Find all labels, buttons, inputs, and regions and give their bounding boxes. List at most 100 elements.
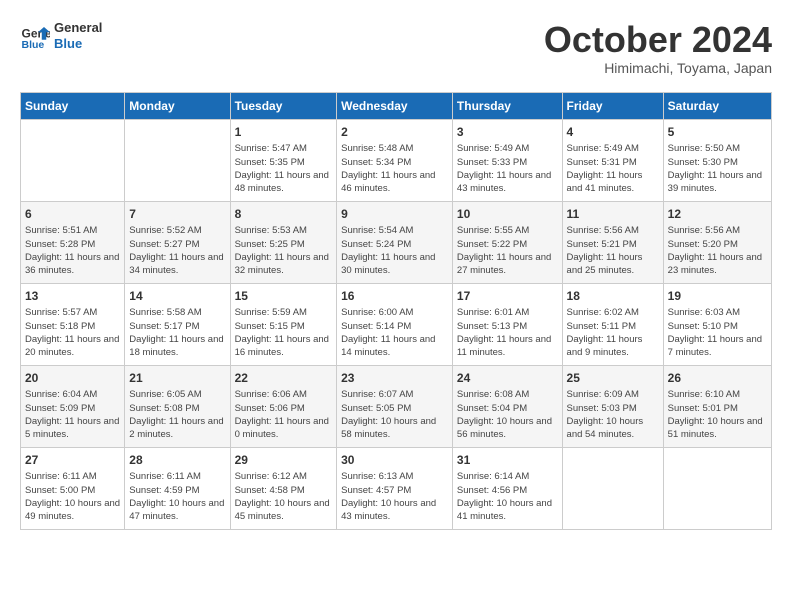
day-info: Sunrise: 5:57 AM Sunset: 5:18 PM Dayligh… [25, 306, 120, 359]
day-number: 14 [129, 288, 225, 305]
day-cell: 7Sunrise: 5:52 AM Sunset: 5:27 PM Daylig… [125, 201, 230, 283]
logo-line1: General [54, 20, 102, 36]
day-cell: 31Sunrise: 6:14 AM Sunset: 4:56 PM Dayli… [452, 447, 562, 529]
day-cell: 15Sunrise: 5:59 AM Sunset: 5:15 PM Dayli… [230, 283, 337, 365]
day-cell: 12Sunrise: 5:56 AM Sunset: 5:20 PM Dayli… [663, 201, 771, 283]
day-info: Sunrise: 6:14 AM Sunset: 4:56 PM Dayligh… [457, 470, 558, 523]
day-info: Sunrise: 6:12 AM Sunset: 4:58 PM Dayligh… [235, 470, 333, 523]
header-wednesday: Wednesday [337, 92, 453, 119]
header-friday: Friday [562, 92, 663, 119]
day-cell: 28Sunrise: 6:11 AM Sunset: 4:59 PM Dayli… [125, 447, 230, 529]
day-cell: 13Sunrise: 5:57 AM Sunset: 5:18 PM Dayli… [21, 283, 125, 365]
day-number: 28 [129, 452, 225, 469]
day-cell: 6Sunrise: 5:51 AM Sunset: 5:28 PM Daylig… [21, 201, 125, 283]
header-tuesday: Tuesday [230, 92, 337, 119]
location-subtitle: Himimachi, Toyama, Japan [544, 60, 772, 76]
logo-icon: General Blue [20, 21, 50, 51]
day-info: Sunrise: 5:48 AM Sunset: 5:34 PM Dayligh… [341, 142, 448, 195]
header-monday: Monday [125, 92, 230, 119]
title-block: October 2024 Himimachi, Toyama, Japan [544, 20, 772, 76]
day-cell: 14Sunrise: 5:58 AM Sunset: 5:17 PM Dayli… [125, 283, 230, 365]
day-cell: 23Sunrise: 6:07 AM Sunset: 5:05 PM Dayli… [337, 365, 453, 447]
day-cell: 10Sunrise: 5:55 AM Sunset: 5:22 PM Dayli… [452, 201, 562, 283]
header-row: SundayMondayTuesdayWednesdayThursdayFrid… [21, 92, 772, 119]
calendar-body: 1Sunrise: 5:47 AM Sunset: 5:35 PM Daylig… [21, 119, 772, 529]
day-cell: 20Sunrise: 6:04 AM Sunset: 5:09 PM Dayli… [21, 365, 125, 447]
day-number: 30 [341, 452, 448, 469]
calendar-header: SundayMondayTuesdayWednesdayThursdayFrid… [21, 92, 772, 119]
day-info: Sunrise: 5:59 AM Sunset: 5:15 PM Dayligh… [235, 306, 333, 359]
day-info: Sunrise: 6:05 AM Sunset: 5:08 PM Dayligh… [129, 388, 225, 441]
day-info: Sunrise: 6:06 AM Sunset: 5:06 PM Dayligh… [235, 388, 333, 441]
day-cell: 26Sunrise: 6:10 AM Sunset: 5:01 PM Dayli… [663, 365, 771, 447]
day-number: 22 [235, 370, 333, 387]
day-cell: 22Sunrise: 6:06 AM Sunset: 5:06 PM Dayli… [230, 365, 337, 447]
day-cell: 19Sunrise: 6:03 AM Sunset: 5:10 PM Dayli… [663, 283, 771, 365]
day-info: Sunrise: 5:49 AM Sunset: 5:31 PM Dayligh… [567, 142, 659, 195]
day-number: 27 [25, 452, 120, 469]
day-number: 4 [567, 124, 659, 141]
day-number: 7 [129, 206, 225, 223]
day-info: Sunrise: 5:54 AM Sunset: 5:24 PM Dayligh… [341, 224, 448, 277]
header-saturday: Saturday [663, 92, 771, 119]
page-header: General Blue General Blue October 2024 H… [20, 20, 772, 76]
day-cell: 18Sunrise: 6:02 AM Sunset: 5:11 PM Dayli… [562, 283, 663, 365]
day-number: 12 [668, 206, 767, 223]
day-info: Sunrise: 5:58 AM Sunset: 5:17 PM Dayligh… [129, 306, 225, 359]
day-info: Sunrise: 6:04 AM Sunset: 5:09 PM Dayligh… [25, 388, 120, 441]
day-info: Sunrise: 6:02 AM Sunset: 5:11 PM Dayligh… [567, 306, 659, 359]
day-info: Sunrise: 6:08 AM Sunset: 5:04 PM Dayligh… [457, 388, 558, 441]
day-info: Sunrise: 5:49 AM Sunset: 5:33 PM Dayligh… [457, 142, 558, 195]
day-number: 26 [668, 370, 767, 387]
day-number: 13 [25, 288, 120, 305]
day-number: 3 [457, 124, 558, 141]
day-info: Sunrise: 6:11 AM Sunset: 5:00 PM Dayligh… [25, 470, 120, 523]
day-number: 16 [341, 288, 448, 305]
day-cell [125, 119, 230, 201]
day-cell: 21Sunrise: 6:05 AM Sunset: 5:08 PM Dayli… [125, 365, 230, 447]
week-row-0: 1Sunrise: 5:47 AM Sunset: 5:35 PM Daylig… [21, 119, 772, 201]
day-cell [663, 447, 771, 529]
week-row-1: 6Sunrise: 5:51 AM Sunset: 5:28 PM Daylig… [21, 201, 772, 283]
day-cell: 5Sunrise: 5:50 AM Sunset: 5:30 PM Daylig… [663, 119, 771, 201]
day-cell: 29Sunrise: 6:12 AM Sunset: 4:58 PM Dayli… [230, 447, 337, 529]
day-info: Sunrise: 6:00 AM Sunset: 5:14 PM Dayligh… [341, 306, 448, 359]
day-number: 21 [129, 370, 225, 387]
day-number: 19 [668, 288, 767, 305]
day-cell [21, 119, 125, 201]
day-info: Sunrise: 6:07 AM Sunset: 5:05 PM Dayligh… [341, 388, 448, 441]
day-cell: 2Sunrise: 5:48 AM Sunset: 5:34 PM Daylig… [337, 119, 453, 201]
day-number: 17 [457, 288, 558, 305]
day-cell [562, 447, 663, 529]
day-number: 18 [567, 288, 659, 305]
day-number: 23 [341, 370, 448, 387]
day-number: 11 [567, 206, 659, 223]
day-number: 6 [25, 206, 120, 223]
svg-text:Blue: Blue [22, 39, 45, 51]
day-number: 9 [341, 206, 448, 223]
day-number: 29 [235, 452, 333, 469]
day-info: Sunrise: 5:52 AM Sunset: 5:27 PM Dayligh… [129, 224, 225, 277]
day-number: 2 [341, 124, 448, 141]
day-info: Sunrise: 5:56 AM Sunset: 5:20 PM Dayligh… [668, 224, 767, 277]
day-cell: 11Sunrise: 5:56 AM Sunset: 5:21 PM Dayli… [562, 201, 663, 283]
week-row-4: 27Sunrise: 6:11 AM Sunset: 5:00 PM Dayli… [21, 447, 772, 529]
day-info: Sunrise: 6:01 AM Sunset: 5:13 PM Dayligh… [457, 306, 558, 359]
day-info: Sunrise: 5:56 AM Sunset: 5:21 PM Dayligh… [567, 224, 659, 277]
day-info: Sunrise: 5:55 AM Sunset: 5:22 PM Dayligh… [457, 224, 558, 277]
day-number: 8 [235, 206, 333, 223]
day-cell: 8Sunrise: 5:53 AM Sunset: 5:25 PM Daylig… [230, 201, 337, 283]
day-number: 1 [235, 124, 333, 141]
day-info: Sunrise: 6:13 AM Sunset: 4:57 PM Dayligh… [341, 470, 448, 523]
logo: General Blue General Blue [20, 20, 102, 51]
day-info: Sunrise: 5:47 AM Sunset: 5:35 PM Dayligh… [235, 142, 333, 195]
day-info: Sunrise: 6:03 AM Sunset: 5:10 PM Dayligh… [668, 306, 767, 359]
day-number: 15 [235, 288, 333, 305]
week-row-2: 13Sunrise: 5:57 AM Sunset: 5:18 PM Dayli… [21, 283, 772, 365]
logo-line2: Blue [54, 36, 102, 52]
day-info: Sunrise: 5:51 AM Sunset: 5:28 PM Dayligh… [25, 224, 120, 277]
day-number: 31 [457, 452, 558, 469]
header-sunday: Sunday [21, 92, 125, 119]
day-info: Sunrise: 5:53 AM Sunset: 5:25 PM Dayligh… [235, 224, 333, 277]
day-number: 20 [25, 370, 120, 387]
